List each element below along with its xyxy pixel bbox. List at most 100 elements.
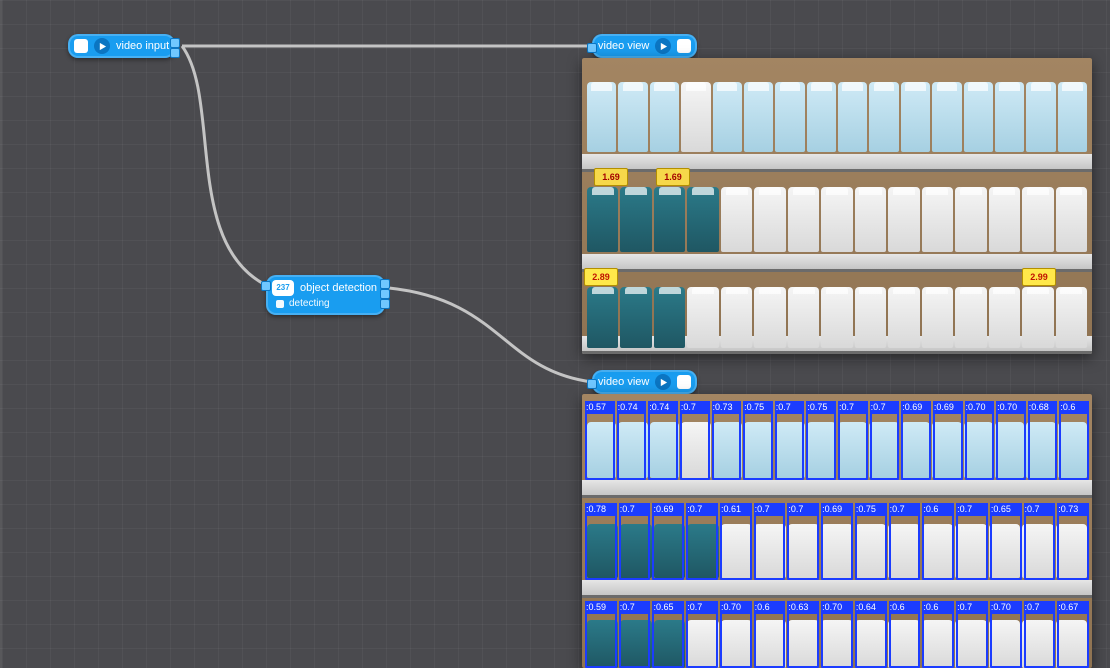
detection-score: :0.7 xyxy=(619,503,651,516)
detection-bbox: :0.70 xyxy=(996,412,1026,480)
play-icon xyxy=(655,374,671,390)
detection-bbox: :0.7 xyxy=(754,514,786,580)
detection-bbox: :0.7 xyxy=(775,412,805,480)
detection-score: :0.7 xyxy=(686,503,718,516)
node-label: object detection xyxy=(300,283,377,294)
detection-score: :0.63 xyxy=(787,601,819,614)
detection-bbox: :0.7 xyxy=(686,514,718,580)
detection-score: :0.6 xyxy=(1059,401,1089,414)
detection-score: :0.7 xyxy=(787,503,819,516)
detection-score: :0.65 xyxy=(990,503,1022,516)
detection-score: :0.74 xyxy=(617,401,647,414)
detection-score: :0.69 xyxy=(901,401,931,414)
detection-score: :0.73 xyxy=(1057,503,1089,516)
node-video-view-top[interactable]: video view xyxy=(592,34,697,58)
detection-score: :0.67 xyxy=(1057,601,1089,614)
detection-bbox: :0.70 xyxy=(720,612,752,668)
node-toggle-icon xyxy=(74,39,88,53)
price-tag: 1.69 xyxy=(656,168,690,186)
detection-score: :0.7 xyxy=(619,601,651,614)
detection-score: :0.61 xyxy=(720,503,752,516)
detection-score: :0.7 xyxy=(1024,503,1056,516)
play-icon xyxy=(655,38,671,54)
detection-bbox: :0.7 xyxy=(686,612,718,668)
output-port[interactable] xyxy=(380,279,390,289)
detection-bbox: :0.7 xyxy=(1024,612,1056,668)
status-text: detecting xyxy=(289,299,330,309)
detection-score: :0.69 xyxy=(933,401,963,414)
detection-bbox: :0.7 xyxy=(889,514,921,580)
detection-bbox: :0.74 xyxy=(617,412,647,480)
detection-score: :0.78 xyxy=(585,503,617,516)
price-tag: 1.69 xyxy=(594,168,628,186)
node-label: video view xyxy=(598,377,649,388)
detection-score: :0.64 xyxy=(855,601,887,614)
shelf-row xyxy=(582,276,1092,348)
detection-bbox: :0.73 xyxy=(712,412,742,480)
detection-bbox: :0.64 xyxy=(855,612,887,668)
detection-score: :0.75 xyxy=(806,401,836,414)
price-tag: 2.89 xyxy=(584,268,618,286)
detection-score: :0.57 xyxy=(585,401,615,414)
detection-row: :0.78:0.7:0.69:0.7:0.61:0.7:0.7:0.69:0.7… xyxy=(582,514,1092,580)
video-preview-detections: :0.57:0.74:0.74:0.7:0.73:0.75:0.7:0.75:0… xyxy=(582,394,1092,668)
detection-bbox: :0.69 xyxy=(821,514,853,580)
detection-score: :0.75 xyxy=(855,503,887,516)
detection-score: :0.70 xyxy=(720,601,752,614)
detection-bbox: :0.7 xyxy=(956,612,988,668)
detection-bbox: :0.78 xyxy=(585,514,617,580)
node-toggle-icon xyxy=(677,375,691,389)
detection-score: :0.7 xyxy=(889,503,921,516)
node-video-view-bottom[interactable]: video view xyxy=(592,370,697,394)
detection-score: :0.7 xyxy=(838,401,868,414)
detection-score: :0.70 xyxy=(965,401,995,414)
output-port[interactable] xyxy=(170,48,180,58)
detection-bbox: :0.75 xyxy=(743,412,773,480)
detection-score: :0.75 xyxy=(743,401,773,414)
detection-bbox: :0.7 xyxy=(956,514,988,580)
shelf-row xyxy=(582,176,1092,252)
detection-score: :0.6 xyxy=(889,601,921,614)
detection-bbox: :0.57 xyxy=(585,412,615,480)
detection-bbox: :0.69 xyxy=(933,412,963,480)
play-icon xyxy=(94,38,110,54)
node-label: video view xyxy=(598,41,649,52)
detection-bbox: :0.7 xyxy=(619,612,651,668)
node-toggle-icon xyxy=(677,39,691,53)
detection-bbox: :0.69 xyxy=(652,514,684,580)
node-canvas[interactable]: video input 237 object detection detecti… xyxy=(0,0,1110,668)
input-port[interactable] xyxy=(587,379,597,389)
node-label: video input xyxy=(116,41,169,52)
detection-score: :0.7 xyxy=(1024,601,1056,614)
input-port[interactable] xyxy=(587,43,597,53)
detection-score: :0.73 xyxy=(712,401,742,414)
detection-bbox: :0.61 xyxy=(720,514,752,580)
node-video-input[interactable]: video input xyxy=(68,34,175,58)
detection-score: :0.70 xyxy=(990,601,1022,614)
detection-score: :0.70 xyxy=(996,401,1026,414)
detection-score: :0.6 xyxy=(922,601,954,614)
detection-bbox: :0.7 xyxy=(870,412,900,480)
node-status: detecting xyxy=(272,299,377,309)
detection-score: :0.7 xyxy=(680,401,710,414)
detection-score: :0.7 xyxy=(754,503,786,516)
detection-row: :0.59:0.7:0.65:0.7:0.70:0.6:0.63:0.70:0.… xyxy=(582,612,1092,668)
brain-icon: 237 xyxy=(272,280,294,296)
node-object-detection[interactable]: 237 object detection detecting xyxy=(266,275,385,315)
detection-bbox: :0.65 xyxy=(990,514,1022,580)
output-port[interactable] xyxy=(170,38,180,48)
output-port[interactable] xyxy=(380,289,390,299)
input-port[interactable] xyxy=(261,281,271,291)
detection-bbox: :0.74 xyxy=(648,412,678,480)
detection-bbox: :0.59 xyxy=(585,612,617,668)
detection-score: :0.68 xyxy=(1028,401,1058,414)
detection-bbox: :0.70 xyxy=(965,412,995,480)
detection-bbox: :0.6 xyxy=(922,612,954,668)
detection-score: :0.6 xyxy=(754,601,786,614)
detection-score: :0.7 xyxy=(775,401,805,414)
detection-bbox: :0.7 xyxy=(787,514,819,580)
detection-score: :0.7 xyxy=(956,601,988,614)
output-port[interactable] xyxy=(380,299,390,309)
detection-bbox: :0.7 xyxy=(619,514,651,580)
detection-bbox: :0.68 xyxy=(1028,412,1058,480)
